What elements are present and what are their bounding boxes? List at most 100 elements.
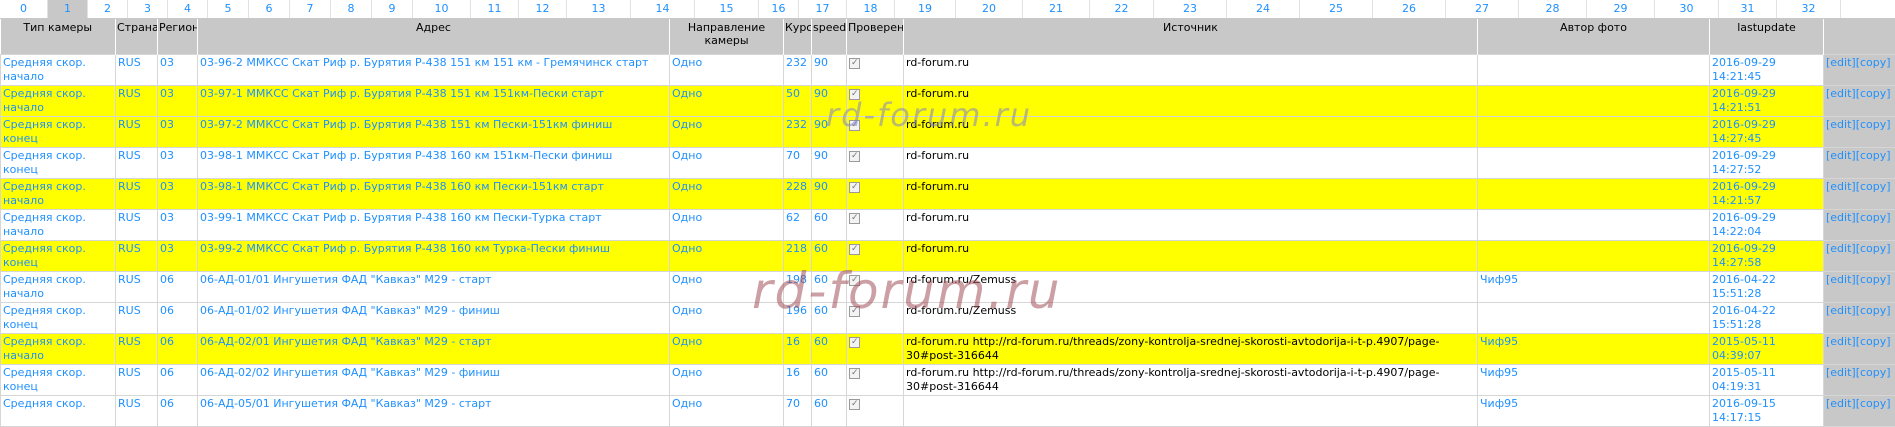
checked-checkbox[interactable] [849,89,860,100]
page-link-23[interactable]: 23 [1154,0,1227,18]
checked-checkbox[interactable] [849,244,860,255]
cell-country[interactable]: RUS [116,210,158,241]
cell-address[interactable]: 03-96-2 ММКСС Скат Риф р. Бурятия Р-438 … [198,55,670,86]
cell-region[interactable]: 03 [158,117,198,148]
checked-checkbox[interactable] [849,120,860,131]
cell-author[interactable] [1478,241,1710,272]
page-link-31[interactable]: 31 [1719,0,1777,18]
checked-checkbox[interactable] [849,399,860,410]
cell-country[interactable]: RUS [116,334,158,365]
page-link-9[interactable]: 9 [372,0,413,18]
cell-lastupdate[interactable]: 2016-09-15 14:17:15 [1710,396,1824,427]
cell-region[interactable]: 06 [158,303,198,334]
page-link-20[interactable]: 20 [956,0,1023,18]
cell-type[interactable]: Средняя скор. начало [1,272,116,303]
page-link-7[interactable]: 7 [290,0,331,18]
page-link-6[interactable]: 6 [249,0,290,18]
cell-lastupdate[interactable]: 2016-09-29 14:22:04 [1710,210,1824,241]
page-link-1[interactable]: 1 [48,0,88,18]
page-link-30[interactable]: 30 [1655,0,1719,18]
edit-copy-links[interactable]: [edit][copy] [1824,365,1895,396]
cell-country[interactable]: RUS [116,117,158,148]
cell-speed[interactable]: 60 [812,396,847,427]
cell-course[interactable]: 232 [784,55,812,86]
cell-type[interactable]: Средняя скор. конец [1,241,116,272]
cell-type[interactable]: Средняя скор. начало [1,334,116,365]
cell-speed[interactable]: 90 [812,179,847,210]
page-link-2[interactable]: 2 [88,0,128,18]
header-checked[interactable]: Проверено [847,19,904,55]
cell-speed[interactable]: 60 [812,210,847,241]
cell-speed[interactable]: 60 [812,365,847,396]
cell-address[interactable]: 03-97-2 ММКСС Скат Риф р. Бурятия Р-438 … [198,117,670,148]
page-link-8[interactable]: 8 [331,0,372,18]
page-link-13[interactable]: 13 [567,0,631,18]
cell-address[interactable]: 06-АД-05/01 Ингушетия ФАД "Кавказ" М29 -… [198,396,670,427]
cell-type[interactable]: Средняя скор. [1,396,116,427]
cell-speed[interactable]: 90 [812,148,847,179]
cell-lastupdate[interactable]: 2016-09-29 14:27:58 [1710,241,1824,272]
page-link-3[interactable]: 3 [128,0,168,18]
cell-region[interactable]: 03 [158,86,198,117]
cell-address[interactable]: 03-99-2 ММКСС Скат Риф р. Бурятия Р-438 … [198,241,670,272]
cell-course[interactable]: 218 [784,241,812,272]
cell-direction[interactable]: Одно [670,179,784,210]
cell-direction[interactable]: Одно [670,303,784,334]
page-link-19[interactable]: 19 [895,0,956,18]
cell-lastupdate[interactable]: 2016-09-29 14:21:45 [1710,55,1824,86]
page-link-27[interactable]: 27 [1446,0,1519,18]
page-link-14[interactable]: 14 [631,0,695,18]
cell-lastupdate[interactable]: 2016-04-22 15:51:28 [1710,303,1824,334]
page-link-25[interactable]: 25 [1300,0,1373,18]
cell-lastupdate[interactable]: 2016-09-29 14:27:45 [1710,117,1824,148]
cell-speed[interactable]: 60 [812,241,847,272]
cell-course[interactable]: 70 [784,396,812,427]
edit-copy-links[interactable]: [edit][copy] [1824,148,1895,179]
cell-address[interactable]: 03-98-1 ММКСС Скат Риф р. Бурятия Р-438 … [198,148,670,179]
cell-region[interactable]: 06 [158,365,198,396]
edit-copy-links[interactable]: [edit][copy] [1824,272,1895,303]
cell-author[interactable]: Чиф95 [1478,334,1710,365]
cell-author[interactable] [1478,86,1710,117]
cell-region[interactable]: 03 [158,210,198,241]
edit-copy-links[interactable]: [edit][copy] [1824,334,1895,365]
edit-copy-links[interactable]: [edit][copy] [1824,303,1895,334]
checked-checkbox[interactable] [849,151,860,162]
cell-course[interactable]: 228 [784,179,812,210]
cell-course[interactable]: 70 [784,148,812,179]
cell-address[interactable]: 06-АД-01/01 Ингушетия ФАД "Кавказ" М29 -… [198,272,670,303]
cell-course[interactable]: 16 [784,365,812,396]
cell-direction[interactable]: Одно [670,365,784,396]
cell-author[interactable] [1478,55,1710,86]
cell-region[interactable]: 03 [158,148,198,179]
cell-region[interactable]: 06 [158,334,198,365]
page-link-5[interactable]: 5 [208,0,249,18]
cell-author[interactable] [1478,303,1710,334]
edit-copy-links[interactable]: [edit][copy] [1824,396,1895,427]
cell-direction[interactable]: Одно [670,272,784,303]
cell-country[interactable]: RUS [116,303,158,334]
cell-author[interactable]: Чиф95 [1478,272,1710,303]
cell-direction[interactable]: Одно [670,117,784,148]
checked-checkbox[interactable] [849,337,860,348]
cell-speed[interactable]: 60 [812,303,847,334]
cell-lastupdate[interactable]: 2016-09-29 14:21:51 [1710,86,1824,117]
cell-speed[interactable]: 90 [812,86,847,117]
page-link-26[interactable]: 26 [1373,0,1446,18]
cell-country[interactable]: RUS [116,365,158,396]
checked-checkbox[interactable] [849,58,860,69]
cell-lastupdate[interactable]: 2016-09-29 14:27:52 [1710,148,1824,179]
cell-speed[interactable]: 90 [812,55,847,86]
cell-speed[interactable]: 60 [812,334,847,365]
page-link-11[interactable]: 11 [471,0,519,18]
page-link-16[interactable]: 16 [759,0,799,18]
cell-type[interactable]: Средняя скор. начало [1,55,116,86]
cell-type[interactable]: Средняя скор. начало [1,179,116,210]
cell-course[interactable]: 50 [784,86,812,117]
header-author[interactable]: Автор фото [1478,19,1710,55]
cell-author[interactable] [1478,148,1710,179]
edit-copy-links[interactable]: [edit][copy] [1824,55,1895,86]
cell-region[interactable]: 06 [158,396,198,427]
page-link-15[interactable]: 15 [695,0,759,18]
checked-checkbox[interactable] [849,182,860,193]
